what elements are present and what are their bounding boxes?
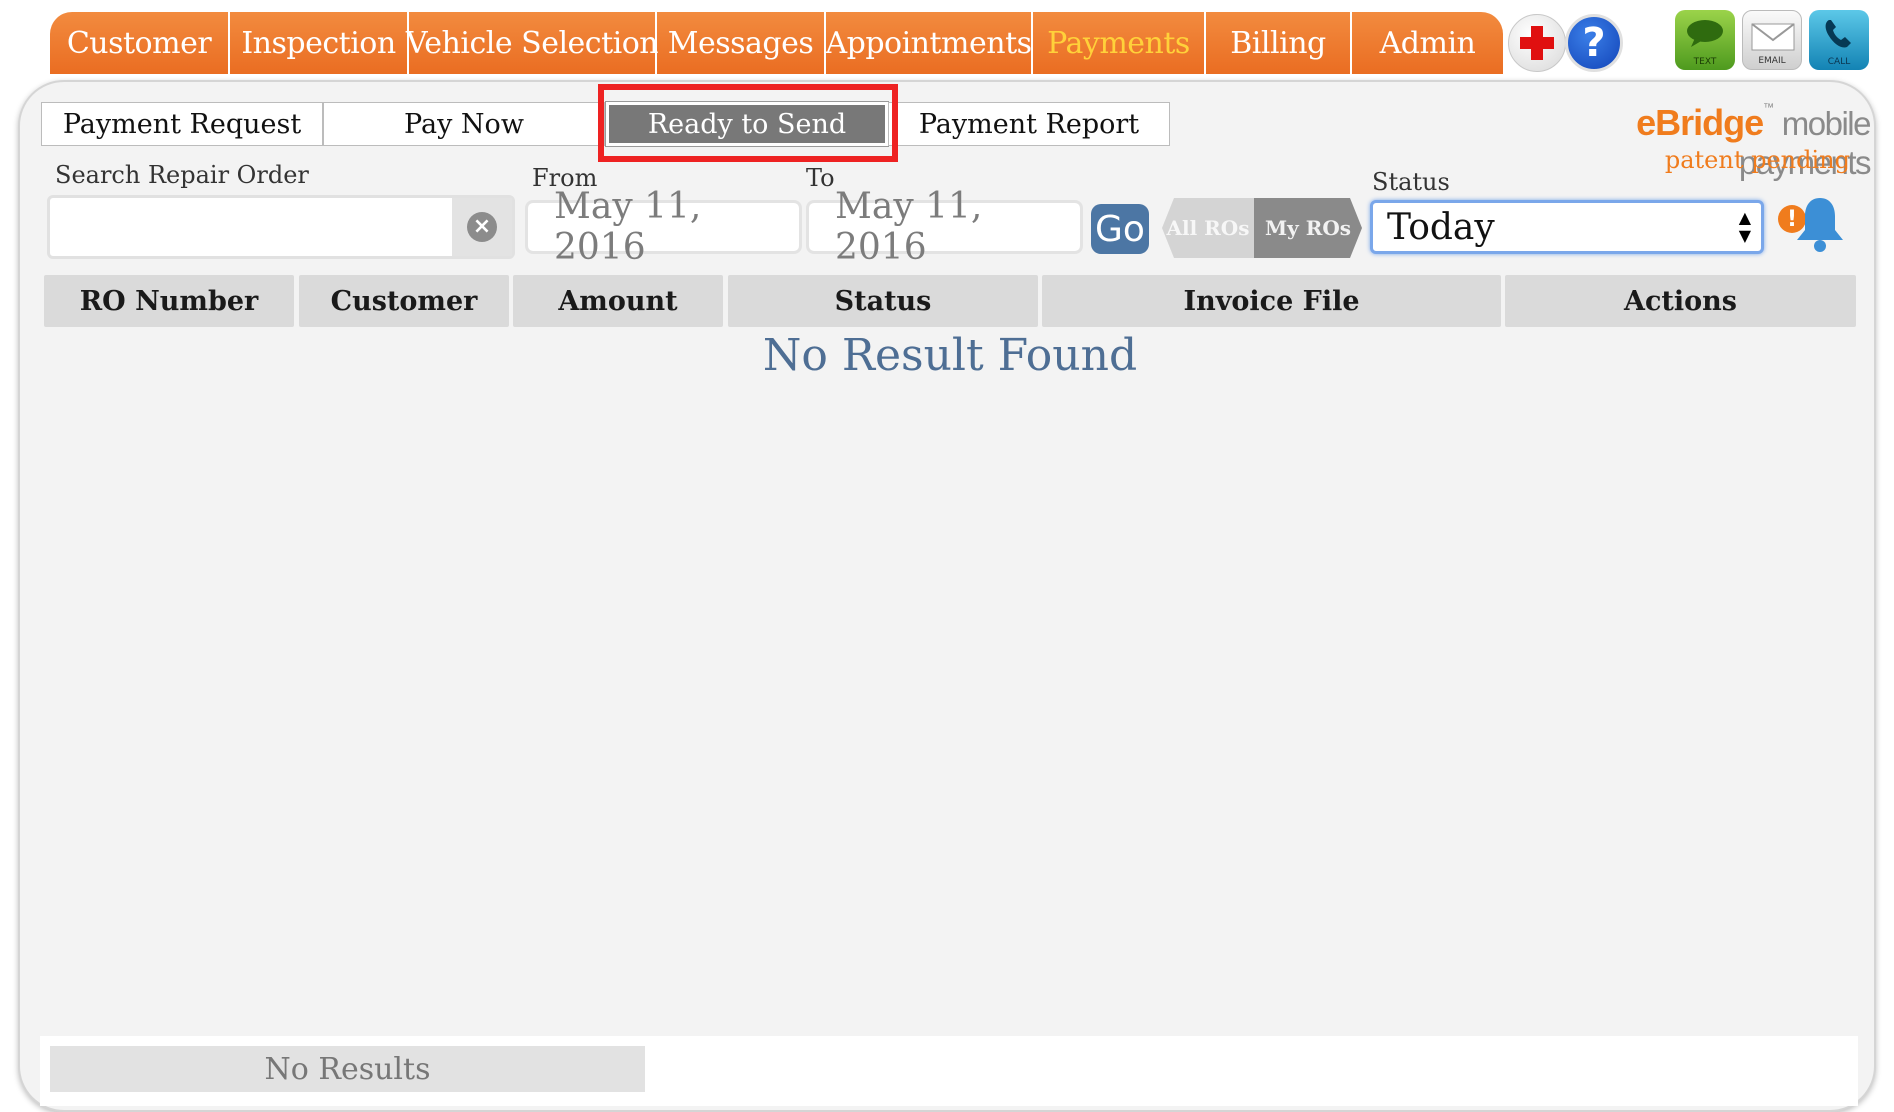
nav-tab-admin[interactable]: Admin <box>1352 12 1503 74</box>
column-header-status[interactable]: Status <box>728 275 1038 327</box>
help-icon[interactable]: ? <box>1565 14 1623 72</box>
ro-scope-toggle: All ROs My ROs <box>1162 198 1362 258</box>
text-message-icon[interactable]: TEXT <box>1675 10 1735 70</box>
search-input[interactable] <box>50 198 450 256</box>
all-ros-option[interactable]: All ROs <box>1162 198 1254 258</box>
to-label: To <box>806 164 835 192</box>
search-field: × <box>47 195 515 259</box>
main-nav-bar: Customer Inspection Vehicle Selection Me… <box>50 12 1503 74</box>
from-date-input[interactable]: May 11, 2016 <box>525 186 802 268</box>
search-label: Search Repair Order <box>55 161 309 189</box>
nav-tab-customer[interactable]: Customer <box>50 12 230 74</box>
subtab-payment-request[interactable]: Payment Request <box>41 102 323 146</box>
highlight-box <box>598 84 898 162</box>
nav-tab-messages[interactable]: Messages <box>657 12 826 74</box>
nav-tab-billing[interactable]: Billing <box>1206 12 1352 74</box>
nav-tab-appointments[interactable]: Appointments <box>825 12 1033 74</box>
call-icon[interactable]: CALL <box>1809 10 1869 70</box>
subtab-pay-now[interactable]: Pay Now <box>323 102 605 146</box>
call-icon-label: CALL <box>1827 57 1851 67</box>
search-clear-button[interactable]: × <box>452 198 512 256</box>
text-icon-label: TEXT <box>1693 57 1717 67</box>
brand-trademark: ™ <box>1763 102 1775 114</box>
empty-table-message: No Result Found <box>762 330 1138 381</box>
status-selected-value: Today <box>1387 206 1495 248</box>
clear-icon: × <box>467 212 497 242</box>
my-ros-option[interactable]: My ROs <box>1254 198 1362 258</box>
to-date-input[interactable]: May 11, 2016 <box>806 186 1083 268</box>
select-arrows-icon: ▲ ▼ <box>1738 208 1751 245</box>
column-header-customer[interactable]: Customer <box>299 275 509 327</box>
status-label: Status <box>1372 168 1450 196</box>
column-header-actions[interactable]: Actions <box>1505 275 1856 327</box>
nav-tab-payments[interactable]: Payments <box>1033 12 1206 74</box>
subtab-payment-report[interactable]: Payment Report <box>888 102 1170 146</box>
nav-tab-vehicle-selection[interactable]: Vehicle Selection <box>406 12 659 74</box>
brand-tagline: patent pending <box>1664 146 1850 174</box>
results-summary: No Results <box>50 1046 645 1092</box>
brand-name: eBridge <box>1636 102 1764 143</box>
go-button[interactable]: Go <box>1091 204 1149 254</box>
status-select[interactable]: Today ▲ ▼ <box>1370 200 1764 254</box>
email-icon-label: EMAIL <box>1758 56 1786 66</box>
column-header-amount[interactable]: Amount <box>513 275 723 327</box>
column-header-invoice-file[interactable]: Invoice File <box>1042 275 1501 327</box>
nav-tab-inspection[interactable]: Inspection <box>230 12 409 74</box>
red-cross-icon[interactable] <box>1508 14 1566 72</box>
email-icon[interactable]: EMAIL <box>1742 10 1802 70</box>
bell-icon[interactable] <box>1792 194 1848 258</box>
column-header-ro-number[interactable]: RO Number <box>44 275 294 327</box>
